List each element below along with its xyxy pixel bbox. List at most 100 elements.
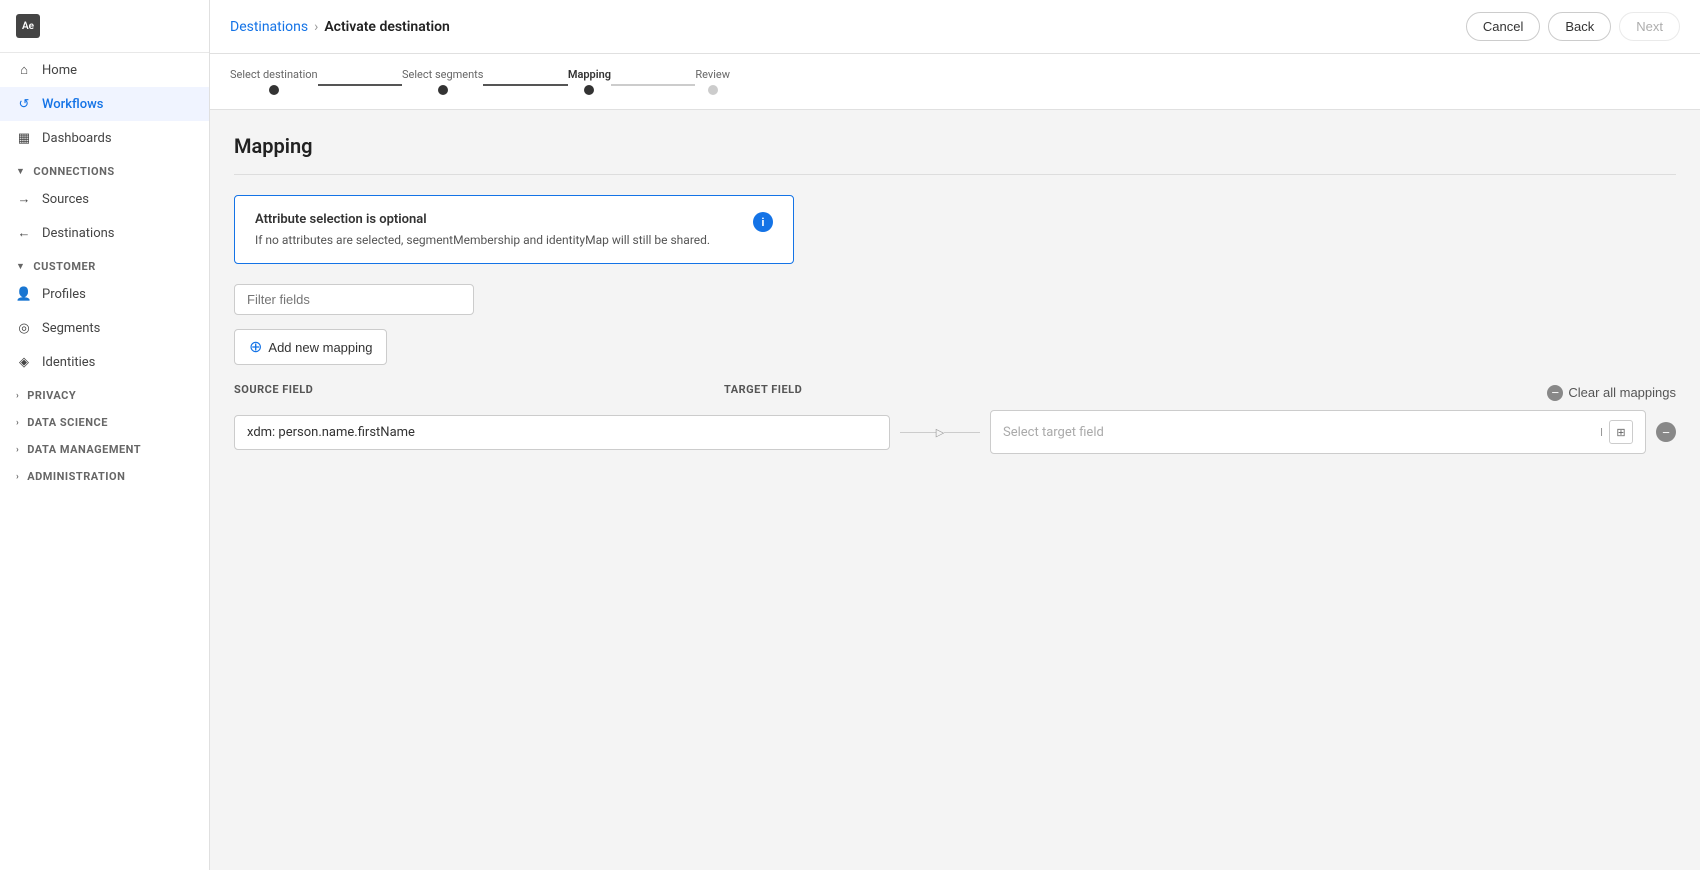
step-dot-3 xyxy=(584,85,594,95)
segments-icon: ◎ xyxy=(16,320,32,336)
home-icon: ⌂ xyxy=(16,62,32,78)
section-privacy[interactable]: › PRIVACY xyxy=(0,379,209,406)
target-field-header: TARGET FIELD xyxy=(724,383,802,396)
section-data-management[interactable]: › DATA MANAGEMENT xyxy=(0,433,209,460)
dashboards-icon: ▦ xyxy=(16,130,32,146)
breadcrumb-parent[interactable]: Destinations xyxy=(230,19,308,35)
clear-all-button[interactable]: − Clear all mappings xyxy=(1547,385,1676,401)
section-data-science[interactable]: › DATA SCIENCE xyxy=(0,406,209,433)
step-dot-2 xyxy=(438,85,448,95)
sidebar-item-dashboards-label: Dashboards xyxy=(42,131,112,146)
stepper: Select destination Select segments Mappi… xyxy=(210,54,1700,110)
topbar: Destinations › Activate destination Canc… xyxy=(210,0,1700,54)
sidebar-item-home[interactable]: ⌂ Home xyxy=(0,53,209,87)
mapping-header-row: SOURCE FIELD TARGET FIELD − Clear all ma… xyxy=(234,383,1676,402)
breadcrumb-separator: › xyxy=(314,19,318,35)
main-panel: Destinations › Activate destination Canc… xyxy=(210,0,1700,870)
schema-icon: ⊞ xyxy=(1616,426,1625,439)
privacy-label: PRIVACY xyxy=(27,389,76,402)
sidebar-item-profiles[interactable]: 👤 Profiles xyxy=(0,277,209,311)
sources-label: Sources xyxy=(42,192,89,207)
arrow-cursor-icon: ▷ xyxy=(936,426,944,439)
destinations-icon: ← xyxy=(16,225,32,241)
identities-label: Identities xyxy=(42,355,95,370)
add-mapping-button[interactable]: ⊕ Add new mapping xyxy=(234,329,387,365)
page-title: Mapping xyxy=(234,134,1676,158)
breadcrumb-current: Activate destination xyxy=(324,19,450,35)
step-select-destination: Select destination xyxy=(230,68,318,95)
info-title: Attribute selection is optional xyxy=(255,212,710,227)
sidebar-logo: Ae xyxy=(0,0,209,53)
data-science-chevron: › xyxy=(16,418,19,428)
add-mapping-plus-icon: ⊕ xyxy=(249,337,262,357)
step-dot-4 xyxy=(708,85,718,95)
step-line-3 xyxy=(611,84,695,86)
customer-label: CUSTOMER xyxy=(33,260,95,273)
logo-icon: Ae xyxy=(16,14,40,38)
connections-label: CONNECTIONS xyxy=(33,165,114,178)
target-field-box[interactable]: Select target field I ⊞ xyxy=(990,410,1646,454)
sources-icon: → xyxy=(16,191,32,207)
arrow-line-right xyxy=(944,432,980,433)
info-desc: If no attributes are selected, segmentMe… xyxy=(255,233,710,247)
next-button[interactable]: Next xyxy=(1619,12,1680,41)
content-area: Mapping Attribute selection is optional … xyxy=(210,110,1700,870)
sidebar-item-sources[interactable]: → Sources xyxy=(0,182,209,216)
sidebar-item-destinations[interactable]: ← Destinations xyxy=(0,216,209,250)
cancel-button[interactable]: Cancel xyxy=(1466,12,1540,41)
topbar-actions: Cancel Back Next xyxy=(1466,12,1680,41)
data-science-label: DATA SCIENCE xyxy=(27,416,108,429)
data-management-chevron: › xyxy=(16,445,19,455)
mapping-columns-header: SOURCE FIELD TARGET FIELD xyxy=(234,383,802,396)
section-administration[interactable]: › ADMINISTRATION xyxy=(0,460,209,487)
section-customer[interactable]: ▼ CUSTOMER xyxy=(0,250,209,277)
info-box-text: Attribute selection is optional If no at… xyxy=(255,212,710,247)
step-line-1 xyxy=(318,84,402,86)
sidebar-item-dashboards[interactable]: ▦ Dashboards xyxy=(0,121,209,155)
privacy-chevron: › xyxy=(16,391,19,401)
target-schema-icon-button[interactable]: ⊞ xyxy=(1609,420,1633,444)
add-mapping-label: Add new mapping xyxy=(268,340,372,355)
stepper-inner: Select destination Select segments Mappi… xyxy=(230,68,730,95)
customer-chevron: ▼ xyxy=(16,261,25,272)
workflows-icon: ↺ xyxy=(16,96,32,112)
section-connections[interactable]: ▼ CONNECTIONS xyxy=(0,155,209,182)
filter-fields-input[interactable] xyxy=(234,284,474,315)
clear-all-label: Clear all mappings xyxy=(1568,385,1676,400)
sidebar-item-home-label: Home xyxy=(42,63,77,78)
target-field-placeholder: Select target field xyxy=(1003,425,1104,440)
remove-icon: − xyxy=(1662,425,1670,440)
arrow-line-left xyxy=(900,432,936,433)
title-divider xyxy=(234,174,1676,175)
step-mapping: Mapping xyxy=(568,68,611,95)
table-row: xdm: person.name.firstName ▷ Select targ… xyxy=(234,410,1676,454)
step-line-2 xyxy=(483,84,567,86)
sidebar-item-workflows-label: Workflows xyxy=(42,97,103,112)
source-field-header: SOURCE FIELD xyxy=(234,383,634,396)
arrow-area: ▷ xyxy=(900,426,980,439)
remove-mapping-button[interactable]: − xyxy=(1656,422,1676,442)
profiles-icon: 👤 xyxy=(16,286,32,302)
profiles-label: Profiles xyxy=(42,287,86,302)
sidebar-item-workflows[interactable]: ↺ Workflows xyxy=(0,87,209,121)
cursor-text-icon: I xyxy=(1600,426,1603,439)
info-icon: i xyxy=(753,212,773,232)
breadcrumb: Destinations › Activate destination xyxy=(230,19,450,35)
step-dot-1 xyxy=(269,85,279,95)
administration-label: ADMINISTRATION xyxy=(27,470,125,483)
destinations-label: Destinations xyxy=(42,226,115,241)
segments-label: Segments xyxy=(42,321,100,336)
data-management-label: DATA MANAGEMENT xyxy=(27,443,141,456)
filter-row xyxy=(234,284,1676,315)
administration-chevron: › xyxy=(16,472,19,482)
sidebar: Ae ⌂ Home ↺ Workflows ▦ Dashboards ▼ CON… xyxy=(0,0,210,870)
step-select-segments: Select segments xyxy=(402,68,483,95)
target-field-actions: I ⊞ xyxy=(1600,420,1633,444)
info-box: Attribute selection is optional If no at… xyxy=(234,195,794,264)
sidebar-item-identities[interactable]: ◈ Identities xyxy=(0,345,209,379)
sidebar-item-segments[interactable]: ◎ Segments xyxy=(0,311,209,345)
back-button[interactable]: Back xyxy=(1548,12,1611,41)
minus-circle-icon: − xyxy=(1547,385,1563,401)
source-field-value: xdm: person.name.firstName xyxy=(247,425,415,440)
identities-icon: ◈ xyxy=(16,354,32,370)
